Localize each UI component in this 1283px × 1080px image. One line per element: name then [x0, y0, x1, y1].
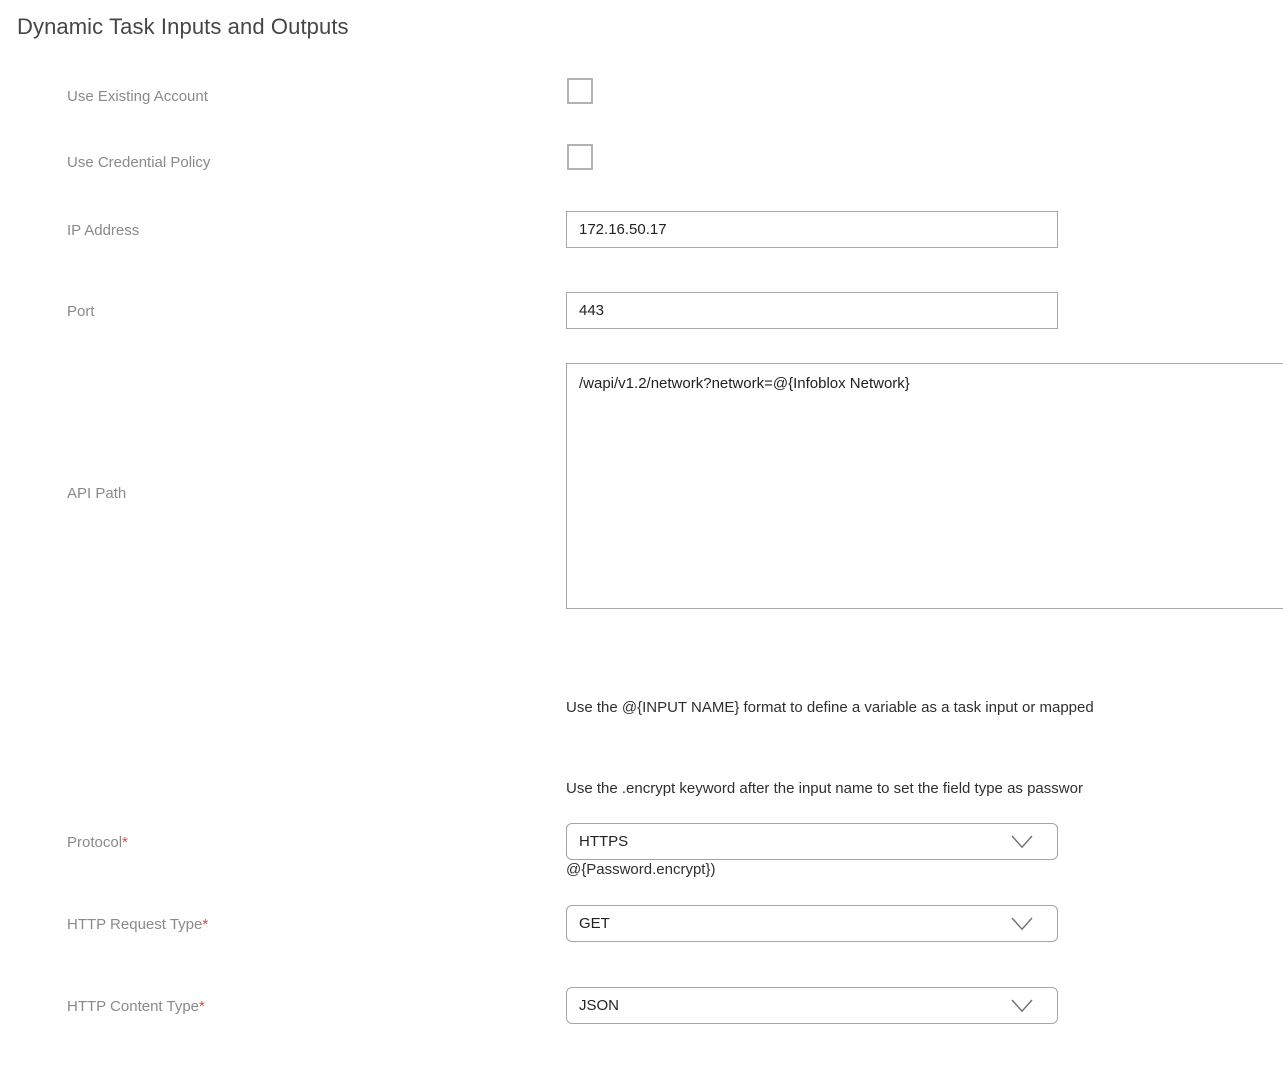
textarea-api-path[interactable]: /wapi/v1.2/network?network=@{Infoblox Ne…	[566, 363, 1283, 609]
form-row-protocol: Protocol* HTTPS	[0, 823, 1283, 863]
form-row-use-existing-account: Use Existing Account	[0, 78, 1283, 118]
label-http-content-type: HTTP Content Type*	[67, 998, 205, 1016]
checkbox-use-credential-policy[interactable]	[567, 144, 593, 170]
checkbox-use-existing-account[interactable]	[567, 78, 593, 104]
api-path-hint-line-2: Use the .encrypt keyword after the input…	[566, 780, 1083, 797]
page-title: Dynamic Task Inputs and Outputs	[17, 14, 349, 39]
select-http-content-type-value: JSON	[579, 997, 620, 1014]
dynamic-task-form-page: Dynamic Task Inputs and Outputs Use Exis…	[0, 0, 1283, 1080]
form-row-http-request-type: HTTP Request Type* GET	[0, 905, 1283, 945]
select-protocol-value: HTTPS	[579, 833, 629, 850]
chevron-down-icon	[1011, 917, 1033, 931]
form-row-http-content-type: HTTP Content Type* JSON	[0, 987, 1283, 1027]
api-path-hint: Use the @{INPUT NAME} format to define a…	[566, 640, 1283, 937]
chevron-down-icon	[1011, 999, 1033, 1013]
input-port[interactable]: 443	[566, 292, 1058, 329]
input-ip-address[interactable]: 172.16.50.17	[566, 211, 1058, 248]
label-ip-address: IP Address	[67, 222, 140, 239]
label-protocol-text: Protocol	[67, 834, 123, 851]
label-http-request-type: HTTP Request Type*	[67, 916, 208, 934]
form-row-use-credential-policy: Use Credential Policy	[0, 144, 1283, 184]
label-use-existing-account: Use Existing Account	[67, 88, 208, 105]
chevron-down-icon	[1011, 835, 1033, 849]
required-asterisk-protocol: *	[122, 834, 128, 851]
form-row-port: Port 443	[0, 292, 1283, 332]
select-http-content-type[interactable]: JSON	[566, 987, 1058, 1024]
api-path-hint-line-1: Use the @{INPUT NAME} format to define a…	[566, 699, 1094, 716]
required-asterisk-http-request-type: *	[202, 916, 209, 933]
label-http-request-type-text: HTTP Request Type	[67, 916, 203, 933]
select-protocol[interactable]: HTTPS	[566, 823, 1058, 860]
required-asterisk-http-content-type: *	[199, 998, 205, 1015]
select-http-request-type-value: GET	[579, 915, 610, 932]
label-protocol: Protocol*	[67, 834, 128, 852]
label-api-path: API Path	[67, 485, 127, 502]
label-http-content-type-text: HTTP Content Type	[67, 998, 200, 1015]
select-http-request-type[interactable]: GET	[566, 905, 1058, 942]
form-row-ip-address: IP Address 172.16.50.17	[0, 211, 1283, 251]
label-use-credential-policy: Use Credential Policy	[67, 154, 211, 171]
label-port: Port	[67, 303, 95, 320]
